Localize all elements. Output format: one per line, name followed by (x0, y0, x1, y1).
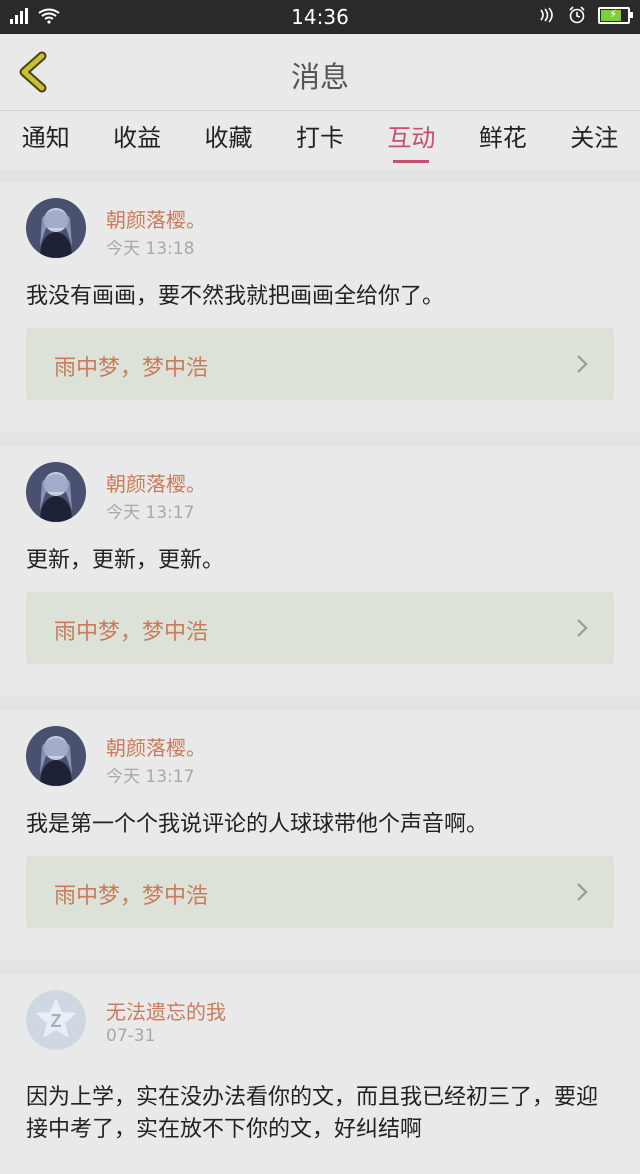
author-name[interactable]: 朝颜落樱。 (106, 204, 206, 233)
message-card: 朝颜落樱。 今天 13:17 更新，更新，更新。 雨中梦，梦中浩 (0, 446, 640, 696)
tab-interaction[interactable]: 互动 (383, 111, 439, 169)
referenced-work-title: 雨中梦，梦中浩 (54, 356, 209, 381)
message-content: 因为上学，实在没办法看你的文，而且我已经初三了，要迎接中考了，实在放不下你的文，… (26, 1085, 599, 1142)
tab-favorites[interactable]: 收藏 (201, 111, 257, 169)
message-card: 朝颜落樱。 今天 13:17 我是第一个个我说评论的人球球带他个声音啊。 雨中梦… (0, 710, 640, 960)
message-card: 朝颜落樱。 今天 13:18 我没有画画，要不然我就把画画全给你了。 雨中梦，梦… (0, 182, 640, 432)
referenced-work-title: 雨中梦，梦中浩 (54, 884, 209, 909)
chevron-right-icon (577, 355, 588, 373)
message-list: 朝颜落樱。 今天 13:18 我没有画画，要不然我就把画画全给你了。 雨中梦，梦… (0, 170, 640, 1174)
avatar[interactable] (26, 462, 86, 522)
message-date: 今天 13:17 (106, 767, 195, 787)
tab-notice[interactable]: 通知 (18, 111, 74, 169)
header: 消息 (0, 34, 640, 111)
chevron-right-icon (577, 619, 588, 637)
referenced-work[interactable]: 雨中梦，梦中浩 (26, 856, 614, 928)
author-name[interactable]: 朝颜落樱。 (106, 732, 206, 761)
message-date: 今天 13:18 (106, 239, 195, 259)
message-content: 更新，更新，更新。 (26, 548, 225, 573)
tab-flowers[interactable]: 鲜花 (475, 111, 531, 169)
tab-bar: 通知 收益 收藏 打卡 互动 鲜花 关注 (0, 111, 640, 169)
battery-icon: ⚡ (598, 6, 633, 24)
author-name[interactable]: 朝颜落樱。 (106, 468, 206, 497)
status-bar: 14:36 ⚡ (0, 0, 640, 34)
referenced-work[interactable]: 雨中梦，梦中浩 (26, 328, 614, 400)
chevron-right-icon (577, 883, 588, 901)
message-card: Z 无法遗忘的我 07-31 因为上学，实在没办法看你的文，而且我已经初三了，要… (0, 974, 640, 1174)
avatar[interactable] (26, 726, 86, 786)
tab-follow[interactable]: 关注 (566, 111, 622, 169)
svg-text:Z: Z (51, 1011, 62, 1031)
author-name[interactable]: 无法遗忘的我 (106, 996, 226, 1025)
avatar[interactable]: Z (26, 990, 86, 1050)
tab-earnings[interactable]: 收益 (109, 111, 165, 169)
tab-checkin[interactable]: 打卡 (292, 111, 348, 169)
alarm-icon (569, 6, 585, 24)
message-content: 我是第一个个我说评论的人球球带他个声音啊。 (26, 812, 489, 837)
message-date: 今天 13:17 (106, 503, 195, 523)
page-title: 消息 (290, 60, 349, 94)
nfc-icon (540, 7, 553, 23)
referenced-work-title: 雨中梦，梦中浩 (54, 620, 209, 645)
message-content: 我没有画画，要不然我就把画画全给你了。 (26, 284, 445, 309)
avatar[interactable] (26, 198, 86, 258)
status-right-icons: ⚡ (536, 6, 633, 24)
referenced-work[interactable]: 雨中梦，梦中浩 (26, 592, 614, 664)
message-date: 07-31 (106, 1026, 156, 1046)
